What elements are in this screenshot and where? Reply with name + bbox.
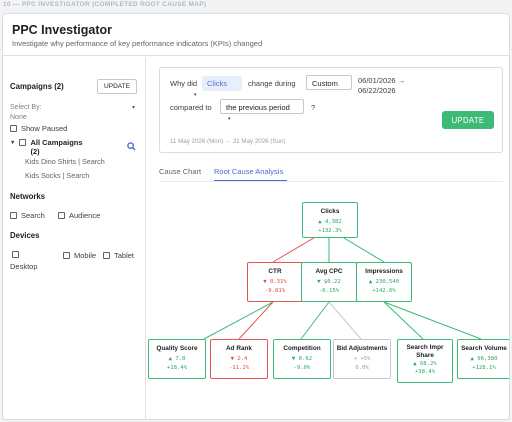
node-clicks[interactable]: Clicks ▲ 4,382 +132.3%	[302, 202, 358, 238]
device-mobile-checkbox[interactable]	[63, 252, 70, 259]
node-quality-score-change: +18.4%	[166, 364, 188, 371]
node-ad-rank-change: -11.2%	[228, 364, 250, 371]
node-avg-cpc-name: Avg CPC	[315, 268, 343, 275]
screen-caption: 10 — PPC INVESTIGATOR (COMPLETED ROOT CA…	[3, 1, 207, 8]
node-ad-rank-value: ▼ 2.4	[230, 355, 248, 362]
chevron-down-icon[interactable]: ▾	[132, 104, 135, 111]
node-clicks-change: +132.3%	[318, 227, 342, 234]
all-campaigns-text: All Campaigns	[30, 138, 83, 147]
network-search-checkbox[interactable]	[10, 212, 17, 219]
show-paused-label: Show Paused	[21, 124, 68, 133]
device-mobile-row[interactable]: Mobile	[63, 251, 96, 260]
device-desktop-checkbox[interactable]	[12, 251, 19, 258]
node-competition-name: Competition	[283, 345, 321, 352]
networks-heading: Networks	[10, 192, 46, 201]
device-desktop-label: Desktop	[10, 262, 38, 271]
network-search-row[interactable]: Search	[10, 211, 45, 220]
device-tablet-checkbox[interactable]	[103, 252, 110, 259]
app-window: PPC Investigator Investigate why perform…	[2, 13, 510, 420]
select-by-value[interactable]: None	[10, 114, 27, 121]
network-search-label: Search	[21, 211, 45, 220]
node-search-volume-value: ▲ 96,380	[470, 355, 498, 362]
device-tablet-label: Tablet	[114, 251, 135, 260]
all-campaigns-label: All Campaigns (2)	[30, 138, 82, 156]
sidebar-update-button[interactable]: UPDATE	[97, 79, 137, 94]
all-campaigns-row[interactable]: ▼ All Campaigns (2)	[10, 138, 83, 156]
node-avg-cpc-value: ▼ $0.22	[317, 278, 341, 285]
all-campaigns-count: (2)	[30, 147, 40, 156]
node-competition-change: -9.0%	[293, 364, 311, 371]
node-quality-score-value: ▲ 7.8	[168, 355, 186, 362]
node-bid-adjustments-value: + +5%	[353, 355, 371, 362]
node-ad-rank-name: Ad Rank	[226, 345, 252, 352]
device-mobile-label: Mobile	[74, 251, 97, 260]
node-search-volume-change: +128.1%	[472, 364, 496, 371]
show-paused-checkbox[interactable]	[10, 125, 17, 132]
network-audience-checkbox[interactable]	[58, 212, 65, 219]
campaign-item[interactable]: Kids Socks | Search	[25, 171, 89, 180]
node-clicks-name: Clicks	[320, 208, 340, 215]
node-competition-value: ▼ 0.62	[291, 355, 313, 362]
select-by-label: Select By:	[10, 104, 42, 111]
main-panel: Why did Clicks ▾ change during Custom 06…	[147, 57, 509, 419]
node-impressions[interactable]: Impressions ▲ 230,540 +142.6%	[356, 262, 412, 302]
node-clicks-value: ▲ 4,382	[318, 218, 342, 225]
search-icon[interactable]	[127, 142, 136, 151]
node-ctr[interactable]: CTR ▼ 0.31% -9.81%	[247, 262, 303, 302]
node-bid-adjustments[interactable]: Bid Adjustments + +5% 0.0%	[333, 339, 391, 379]
node-impressions-change: +142.6%	[372, 287, 396, 294]
devices-heading: Devices	[10, 231, 40, 240]
show-paused-row[interactable]: Show Paused	[10, 124, 67, 133]
campaign-item[interactable]: Kids Dino Shirts | Search	[25, 157, 105, 166]
node-competition[interactable]: Competition ▼ 0.62 -9.0%	[273, 339, 331, 379]
page-title: PPC Investigator	[12, 23, 113, 37]
expand-triangle-icon[interactable]: ▼	[10, 140, 15, 146]
campaigns-heading: Campaigns (2)	[10, 82, 64, 91]
device-tablet-row[interactable]: Tablet	[103, 251, 134, 260]
node-search-volume[interactable]: Search Volume ▲ 96,380 +128.1%	[457, 339, 509, 379]
page-header: PPC Investigator Investigate why perform…	[3, 14, 509, 56]
node-impressions-value: ▲ 230,540	[368, 278, 400, 285]
node-bid-adjustments-change: 0.0%	[355, 364, 369, 371]
sidebar: Campaigns (2) UPDATE Select By: ▾ None S…	[3, 57, 146, 419]
node-search-impr-share[interactable]: Search Impr Share ▲ 68.2% +38.4%	[397, 339, 453, 383]
node-bid-adjustments-name: Bid Adjustments	[336, 345, 388, 352]
page-subtitle: Investigate why performance of key perfo…	[12, 39, 263, 48]
node-ctr-change: -9.81%	[264, 287, 286, 294]
node-search-impr-share-name: Search Impr Share	[406, 344, 444, 359]
node-ctr-name: CTR	[268, 268, 282, 275]
network-audience-row[interactable]: Audience	[58, 211, 100, 220]
node-search-impr-share-value: ▲ 68.2%	[413, 361, 437, 367]
node-quality-score-name: Quality Score	[156, 345, 198, 352]
node-ad-rank[interactable]: Ad Rank ▼ 2.4 -11.2%	[210, 339, 268, 379]
node-ctr-value: ▼ 0.31%	[263, 278, 287, 285]
node-avg-cpc-change: -6.15%	[318, 287, 340, 294]
node-quality-score[interactable]: Quality Score ▲ 7.8 +18.4%	[148, 339, 206, 379]
node-search-impr-share-change: +38.4%	[414, 369, 436, 375]
node-impressions-name: Impressions	[365, 268, 403, 275]
all-campaigns-checkbox[interactable]	[19, 139, 27, 146]
node-avg-cpc[interactable]: Avg CPC ▼ $0.22 -6.15%	[301, 262, 357, 302]
node-search-volume-name: Search Volume	[461, 345, 507, 352]
network-audience-label: Audience	[69, 211, 101, 220]
